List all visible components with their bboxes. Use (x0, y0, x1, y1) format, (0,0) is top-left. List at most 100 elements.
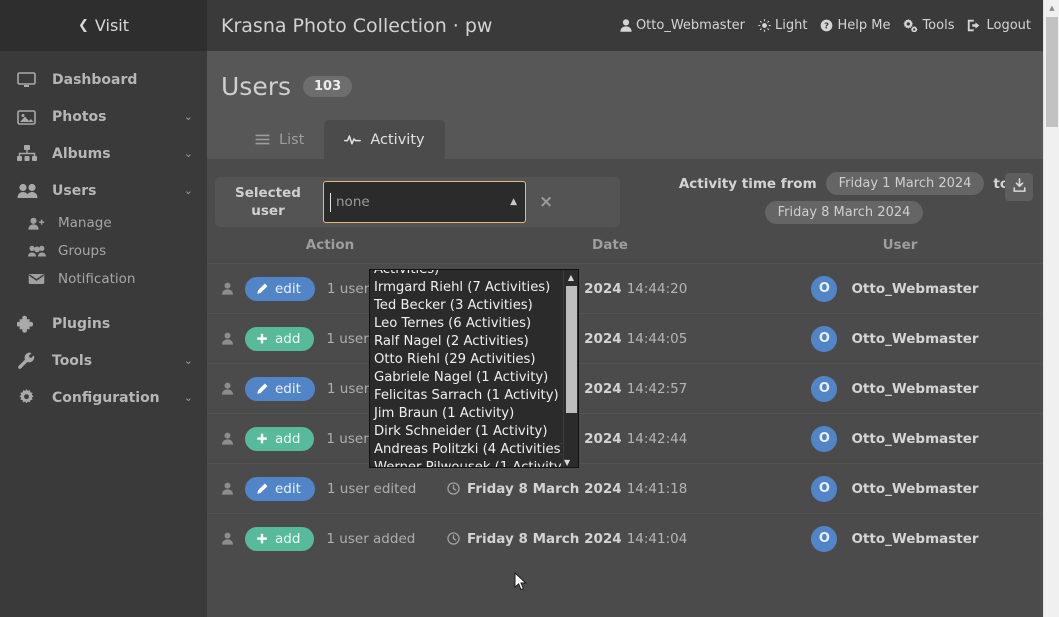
column-header-action: Action (305, 237, 355, 253)
cell-user: O Otto_Webmaster (775, 275, 1015, 302)
sidebar-item-users[interactable]: Users ⌄ (0, 172, 207, 209)
chevron-down-icon: ⌄ (183, 391, 193, 404)
table-row[interactable]: add1 user addedFriday 8 March 202414:42:… (207, 413, 1043, 463)
sidebar-item-albums[interactable]: Albums ⌄ (0, 135, 207, 172)
sidebar-item-notification[interactable]: Notification (0, 265, 207, 293)
user-small-icon (221, 332, 245, 345)
dropdown-option[interactable]: Andreas Politzki (4 Activities) (370, 441, 562, 459)
user-select-dropdown[interactable]: Activities) Irmgard Riehl (7 Activities) T… (369, 269, 579, 468)
action-pill-label: add (275, 330, 301, 347)
activity-time: 14:42:57 (626, 380, 688, 397)
topbar-item-account[interactable]: Otto_Webmaster (620, 18, 745, 33)
action-pill-edit[interactable]: edit (245, 376, 315, 401)
action-pill-add[interactable]: add (245, 326, 315, 351)
action-description: 1 user edited (326, 480, 417, 497)
sign-out-icon (967, 19, 982, 32)
chevron-left-icon: ❮ (78, 18, 89, 33)
activity-table: Action Date User edit 1 user edited Friday… (207, 227, 1043, 563)
activity-username: Otto_Webmaster (851, 480, 979, 497)
dropdown-option[interactable]: Leo Ternes (6 Activities) (370, 315, 562, 333)
sidebar-item-tools[interactable]: Tools ⌄ (0, 342, 207, 379)
action-pill-add[interactable]: add (245, 526, 315, 551)
dropdown-scrollbar[interactable]: ▲ ▼ (563, 270, 578, 467)
activity-username: Otto_Webmaster (851, 430, 979, 447)
time-to-chip[interactable]: Friday 8 March 2024 (764, 201, 924, 224)
sidebar-divider-gap (0, 293, 207, 305)
dropdown-option[interactable]: Otto Riehl (29 Activities) (370, 351, 562, 369)
plus-icon (256, 333, 268, 345)
dropdown-option[interactable]: Jim Braun (1 Activity) (370, 405, 562, 423)
sidebar-item-label: Users (52, 182, 97, 199)
sidebar-item-manage[interactable]: Manage (0, 209, 207, 237)
page-scroll-up-icon[interactable]: ▲ (1044, 0, 1059, 17)
scroll-down-arrow-icon[interactable]: ▼ (564, 455, 570, 467)
chevron-down-icon: ⌄ (183, 110, 193, 123)
user-select-input[interactable]: none ▲ (323, 181, 526, 223)
svg-text:?: ? (825, 21, 830, 31)
sidebar-item-groups[interactable]: Groups (0, 237, 207, 265)
activity-username: Otto_Webmaster (851, 330, 979, 347)
action-pill-label: edit (275, 280, 301, 297)
topbar-item-help[interactable]: ? Help Me (820, 18, 890, 33)
tab-activity[interactable]: Activity (324, 120, 445, 159)
visit-button[interactable]: ❮ Visit (0, 0, 207, 51)
topbar-item-tools[interactable]: Tools (903, 18, 954, 33)
user-count-badge: 103 (303, 75, 353, 98)
table-row[interactable]: add1 user addedFriday 8 March 202414:44:… (207, 313, 1043, 363)
download-button[interactable] (1005, 173, 1033, 201)
list-icon (255, 134, 270, 145)
scroll-up-arrow-icon[interactable]: ▲ (564, 270, 578, 284)
avatar: O (811, 325, 838, 352)
avatar: O (811, 375, 838, 402)
action-pill-add[interactable]: add (245, 426, 315, 451)
dropdown-scroll-thumb[interactable] (566, 286, 577, 413)
action-pill-label: edit (275, 480, 301, 497)
table-row[interactable]: add 1 user added Friday 8 March 2024 14:41:… (207, 513, 1043, 563)
cell-user: O Otto_Webmaster (775, 525, 1015, 552)
sidebar-item-photos[interactable]: Photos ⌄ (0, 98, 207, 135)
topbar: Krasna Photo Collection · pw Otto_Webmas… (207, 0, 1043, 51)
dropdown-option[interactable]: Activities) (370, 270, 562, 279)
sidebar-item-label: Dashboard (52, 71, 138, 88)
activity-time: 14:42:44 (626, 430, 688, 447)
sidebar-item-dashboard[interactable]: Dashboard (0, 61, 207, 98)
dropdown-option[interactable]: Ted Becker (3 Activities) (370, 297, 562, 315)
chevron-down-icon: ⌄ (183, 147, 193, 160)
dropdown-option[interactable]: Ralf Nagel (2 Activities) (370, 333, 562, 351)
topbar-item-label: Logout (986, 18, 1031, 33)
tab-list[interactable]: List (235, 120, 324, 159)
sun-icon (758, 19, 771, 32)
monitor-icon (17, 71, 41, 89)
chevron-up-icon[interactable]: ▲ (510, 197, 517, 207)
question-circle-icon: ? (820, 19, 833, 32)
action-description: 1 user added (326, 530, 416, 547)
page-scrollbar[interactable]: ▲ (1043, 0, 1059, 617)
dropdown-option[interactable]: Werner Pilwousek (1 Activity) (370, 459, 562, 467)
topbar-item-light[interactable]: Light (758, 18, 807, 33)
table-row[interactable]: edit1 user editedFriday 8 March 202414:4… (207, 463, 1043, 513)
activity-time-label: Activity time from (678, 175, 817, 192)
action-pill-edit[interactable]: edit (245, 476, 315, 501)
topbar-item-logout[interactable]: Logout (967, 18, 1031, 33)
clear-filter-button[interactable]: × (539, 192, 553, 212)
dropdown-option[interactable]: Irmgard Riehl (7 Activities) (370, 279, 562, 297)
topbar-item-label: Help Me (837, 18, 891, 33)
action-pill-edit[interactable]: edit (245, 276, 315, 301)
download-icon (1012, 177, 1027, 197)
sidebar-item-plugins[interactable]: Plugins (0, 305, 207, 342)
gear-icon (17, 388, 41, 407)
activity-time-filter: Activity time from Friday 1 March 2024 t… (654, 168, 1034, 224)
dropdown-option[interactable]: Dirk Schneider (1 Activity) (370, 423, 562, 441)
sidebar-item-configuration[interactable]: Configuration ⌄ (0, 379, 207, 416)
activity-pulse-icon (344, 133, 362, 146)
dropdown-option[interactable]: Felicitas Sarrach (1 Activity) (370, 387, 562, 405)
activity-time: 14:44:20 (626, 280, 688, 297)
dropdown-option[interactable]: Gabriele Nagel (1 Activity) (370, 369, 562, 387)
page-scroll-thumb[interactable] (1046, 17, 1058, 127)
main-content: Users 103 List Activity Selected user no… (207, 51, 1043, 617)
time-from-chip[interactable]: Friday 1 March 2024 (825, 172, 985, 195)
table-row[interactable]: edit1 user editedFriday 8 March 202414:4… (207, 263, 1043, 313)
avatar: O (811, 475, 838, 502)
topbar-menu: Otto_Webmaster Light ? Help Me Tools Log… (620, 18, 1043, 33)
table-row[interactable]: edit1 user editedFriday 8 March 202414:4… (207, 363, 1043, 413)
